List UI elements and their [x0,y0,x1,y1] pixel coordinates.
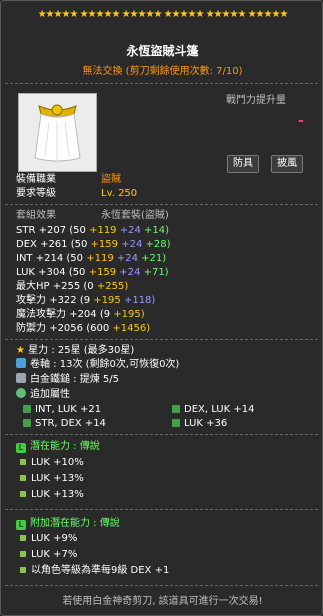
flame-icon [23,419,31,427]
potential-title: L 潛在能力 : 傳說 [16,440,100,453]
divider [5,585,318,586]
level-label: 要求等級 [16,188,56,199]
power-value: - [298,113,304,129]
potential-line: LUK +13% [31,473,84,484]
set-value: 永恆套裝(盜賊) [101,210,169,221]
legendary-icon: L [16,520,26,530]
bullet-icon [20,459,26,465]
tag-cape: 披風 [271,155,303,173]
flame-icon [172,405,180,413]
additional-line: LUK +7% [31,549,78,560]
divider [5,83,318,84]
bullet-icon [20,567,26,573]
additional-line: LUK +9% [31,533,78,544]
stat-row: LUK +304 (50 +159 +24 +71) [16,267,169,278]
extra-line: 追加屬性 [16,388,70,401]
flame-icon [23,405,31,413]
hammer-icon [16,373,26,383]
stat-row: 防禦力 +2056 (600 +1456) [16,323,151,334]
hammer-line: 白金鐵鎚 : 提煉 5/5 [16,373,119,386]
potential-line: LUK +10% [31,457,84,468]
item-icon-frame [18,93,97,172]
leaf-icon [16,388,26,398]
star-force-stars: ★★★★★ ★★★★★ ★★★★★ ★★★★★ ★★★★★ ★★★★★ [37,9,289,20]
level-value: Lv. 250 [101,188,138,199]
cape-icon [34,104,81,162]
star-force-line: ★ 星力 : 25星 (最多30星) [16,345,135,356]
stat-row: DEX +261 (50 +159 +24 +28) [16,239,171,250]
star-icon: ★ [16,345,25,356]
set-label: 套組效果 [16,210,56,221]
footer-note: 若使用白金神奇剪刀, 該道具可進行一次交易! [62,596,263,607]
job-value: 盜賊 [101,174,121,185]
additional-line: 以角色等級為準每9級 DEX +1 [31,565,170,576]
trade-note: 無法交換 (剪刀剩餘使用次數: 7/10) [82,66,243,77]
bullet-icon [20,535,26,541]
stat-row: 最大HP +255 (0 +255) [16,281,129,292]
stat-row: STR +207 (50 +119 +24 +14) [16,225,170,236]
potential-line: LUK +13% [31,489,84,500]
divider [5,509,318,510]
flame-icon [172,419,180,427]
extra-stat: DEX, LUK +14 [184,404,255,415]
stat-row: 魔法攻擊力 +204 (9 +195) [16,309,145,320]
additional-potential-title: L 附加潛在能力 : 傳說 [16,517,120,530]
bullet-icon [20,475,26,481]
bullet-icon [20,551,26,557]
extra-stat: STR, DEX +14 [35,418,106,429]
divider [5,204,318,205]
item-tooltip: ★★★★★ ★★★★★ ★★★★★ ★★★★★ ★★★★★ ★★★★★ 永恆盜賊… [0,0,323,616]
scroll-line: 卷軸 : 13次 (剩餘0次,可恢復0次) [16,358,179,371]
job-label: 裝備職業 [16,174,56,185]
scroll-icon [16,358,26,368]
stat-row: 攻擊力 +322 (9 +195 +118) [16,295,156,306]
extra-stat: INT, LUK +21 [35,404,102,415]
divider [5,434,318,435]
extra-stat: LUK +36 [184,418,228,429]
tag-armor: 防具 [227,155,259,173]
item-name: 永恆盜賊斗篷 [126,44,199,58]
divider [5,339,318,340]
bullet-icon [20,491,26,497]
legendary-icon: L [16,443,26,453]
power-label: 戰鬥力提升量 [226,95,286,106]
stat-row: INT +214 (50 +119 +24 +21) [16,253,167,264]
